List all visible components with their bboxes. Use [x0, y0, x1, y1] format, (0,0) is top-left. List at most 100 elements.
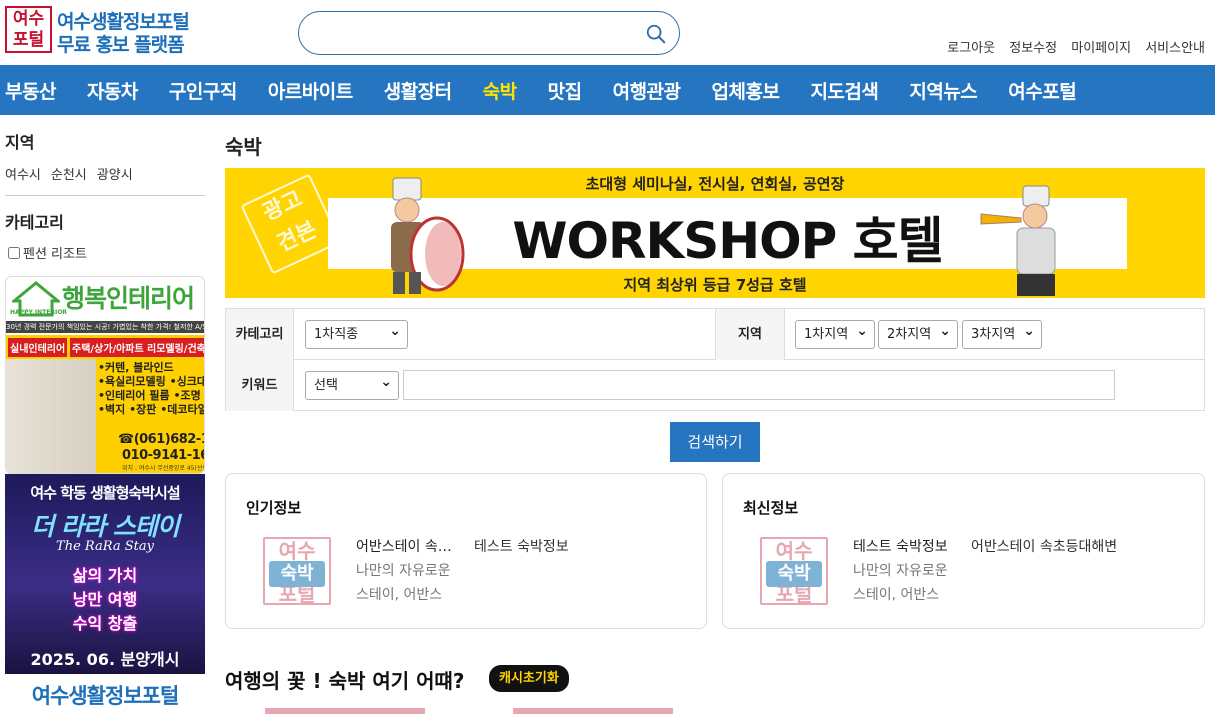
ad1-chip-2: 주택/상가/아파트: [70, 338, 146, 357]
nav-item-restaurants[interactable]: 맛집: [548, 77, 582, 104]
ad1-item: •욕실리모델링: [98, 375, 166, 388]
search-input[interactable]: [317, 20, 637, 46]
ad1-phone1: ☎(061)682-1689: [118, 432, 204, 447]
latest-card: 최신정보 여수 포털 숙박 테스트 숙박정보 나만의 자유로운 스테이, 어반스…: [722, 473, 1205, 629]
region-link-suncheon[interactable]: 순천시: [51, 168, 87, 183]
popular-thumb[interactable]: 여수 포털 숙박: [263, 537, 331, 605]
ad1-address: 위치 : 여수시 무선중앙로 45(선원동): [122, 465, 204, 472]
nav-item-jobs[interactable]: 구인구직: [169, 77, 237, 104]
logout-link[interactable]: 로그아웃: [947, 41, 995, 56]
ad1-item: •인테리어 필름: [98, 389, 170, 402]
service-info-link[interactable]: 서비스안내: [1145, 41, 1205, 56]
category-select[interactable]: 1차직종: [305, 318, 408, 349]
popular-item-name-2[interactable]: 테스트 숙박정보: [474, 536, 569, 556]
ad2-slogans: 삶의 가치 낭만 여행 수익 창출: [5, 564, 205, 636]
keyword-type-select[interactable]: 선택: [305, 369, 399, 400]
hotel-ad-banner[interactable]: 광고 견본 초대형 세미나실, 전시실, 연회실, 공연장 WORKSHOP 호텔…: [225, 168, 1205, 298]
popular-item-name[interactable]: 어반스테이 속…: [356, 536, 461, 556]
nav-item-map[interactable]: 지도검색: [810, 77, 878, 104]
ad2-sub: The RaRa Stay: [56, 539, 154, 554]
site-logo[interactable]: 여수 포털 여수생활정보포털 무료 홍보 플랫폼: [5, 6, 210, 56]
mypage-link[interactable]: 마이페이지: [1071, 41, 1131, 56]
region-list: 여수시 순천시 광양시: [5, 164, 143, 183]
latest-item-sub2: 스테이, 어반스: [853, 587, 940, 603]
search-icon[interactable]: [645, 23, 667, 45]
ad2-slogan: 수익 창출: [72, 614, 138, 633]
search-box: [298, 11, 680, 55]
ad1-item: •조명: [173, 389, 201, 402]
ad1-item: •싱크대: [169, 375, 205, 388]
drummer-illustration: [391, 177, 465, 294]
region-select-3[interactable]: 3차지역: [962, 318, 1042, 349]
region-link-yeosu[interactable]: 여수시: [5, 168, 41, 183]
region-select-1[interactable]: 1차지역: [795, 318, 875, 349]
page-title: 숙박: [225, 135, 262, 159]
keyword-label: 키워드: [226, 360, 294, 411]
ad1-chip-3: 리모델링/건축: [145, 338, 204, 357]
top-links: 로그아웃 정보수정 마이페이지 서비스안내: [937, 37, 1205, 56]
thumb-mid-text: 숙박: [766, 561, 822, 587]
nav-item-market[interactable]: 생활장터: [384, 77, 452, 104]
sidebar-divider: [5, 195, 205, 196]
keyword-input[interactable]: [403, 370, 1115, 400]
ad1-item: •벽지: [98, 403, 126, 416]
thumb-mid-text: 숙박: [269, 561, 325, 587]
trumpeter-illustration: [980, 185, 1056, 296]
ad1-item: •장판: [129, 403, 157, 416]
popular-card: 인기정보 여수 포털 숙박 어반스테이 속… 나만의 자유로운 스테이, 어반스…: [225, 473, 707, 629]
thumb-top-text: 여수: [278, 539, 316, 563]
main-nav: 부동산 자동차 구인구직 아르바이트 생활장터 숙박 맛집 여행관광 업체홍보 …: [0, 65, 1215, 115]
search-form: 카테고리 1차직종 지역 1차지역 2차지역 3차지역 키워드 선택: [225, 308, 1205, 411]
latest-item-name[interactable]: 테스트 숙박정보: [853, 536, 958, 556]
ad1-chip-bar: 실내인테리어 주택/상가/아파트 리모델링/건축: [6, 335, 204, 359]
search-button[interactable]: 검색하기: [670, 422, 760, 462]
header: 여수 포털 여수생활정보포털 무료 홍보 플랫폼 로그아웃 정보수정 마이페이지…: [0, 0, 1215, 65]
popular-item-sub1: 나만의 자유로운: [356, 563, 451, 579]
ad-banner-portal[interactable]: 여수생활정보포털: [5, 677, 205, 714]
category-label: 펜션 리조트: [23, 247, 87, 262]
form-row-keyword: 키워드 선택: [226, 360, 1204, 411]
logo-subtitle: 무료 홍보 플랫폼: [57, 34, 185, 56]
nav-item-news[interactable]: 지역뉴스: [909, 77, 977, 104]
edit-profile-link[interactable]: 정보수정: [1009, 41, 1057, 56]
nav-item-travel[interactable]: 여행관광: [613, 77, 681, 104]
region-title: 지역: [5, 133, 35, 152]
ad1-items: •커텐, 블라인드 •욕실리모델링 •싱크대 •인테리어 필름 •조명 •벽지 …: [98, 361, 205, 417]
section-title: 여행의 꽃 ! 숙박 여기 어떄?: [225, 669, 465, 693]
popular-item-sub2: 스테이, 어반스: [356, 587, 443, 603]
nav-item-part-time[interactable]: 아르바이트: [268, 77, 353, 104]
nav-item-portal[interactable]: 여수포털: [1008, 77, 1076, 104]
ad1-item: •커텐, 블라인드: [98, 361, 174, 374]
region-link-gwangyang[interactable]: 광양시: [97, 168, 133, 183]
cache-reset-button[interactable]: 캐시초기화: [489, 665, 569, 692]
nav-item-real-estate[interactable]: 부동산: [5, 77, 56, 104]
ad2-slogan: 낭만 여행: [72, 590, 138, 609]
popular-title: 인기정보: [246, 499, 302, 517]
logo-emblem: 여수 포털: [5, 6, 52, 53]
ad2-date: 2025. 06. 분양개시: [30, 650, 180, 669]
nav-item-lodging[interactable]: 숙박: [483, 77, 517, 104]
nav-item-business[interactable]: 업체홍보: [712, 77, 780, 104]
ad1-brand: 행복인테리어: [62, 284, 195, 313]
sidebar: 지역 여수시 순천시 광양시 카테고리 펜션 리조트 행복인테리어 HAPPY IN…: [5, 115, 205, 714]
thumb-top-text: 여수: [775, 539, 813, 563]
category-item-pension[interactable]: 펜션 리조트: [8, 243, 87, 262]
latest-item-name-2[interactable]: 어반스테이 속초등대해변: [971, 536, 1117, 556]
nav-item-cars[interactable]: 자동차: [87, 77, 138, 104]
logo-emblem-line2: 포털: [12, 30, 45, 50]
ad3-text: 여수생활정보포털: [31, 684, 180, 708]
region-label: 지역: [715, 309, 785, 360]
category-checkbox[interactable]: [8, 246, 20, 259]
form-row-category-region: 카테고리 1차직종 지역 1차지역 2차지역 3차지역: [226, 309, 1204, 360]
logo-emblem-line1: 여수: [12, 9, 45, 29]
listing-thumb-peek: [513, 708, 673, 714]
ad-banner-interior[interactable]: 행복인테리어 HAPPY INTERIOR 30년 경력 전문가의 책임있는 시…: [5, 276, 205, 474]
ad1-tag: HAPPY INTERIOR: [10, 309, 67, 316]
ad2-slogan: 삶의 가치: [72, 566, 138, 585]
region-select-2[interactable]: 2차지역: [878, 318, 958, 349]
ad1-chip-1: 실내인테리어: [8, 338, 68, 357]
ad1-phone2: 010-9141-1689: [122, 448, 204, 463]
latest-thumb[interactable]: 여수 포털 숙박: [760, 537, 828, 605]
latest-title: 최신정보: [743, 499, 799, 517]
ad-banner-rara-stay[interactable]: 여수 학동 생활형숙박시설 더 라라 스테이 The RaRa Stay 삶의 …: [5, 474, 205, 674]
